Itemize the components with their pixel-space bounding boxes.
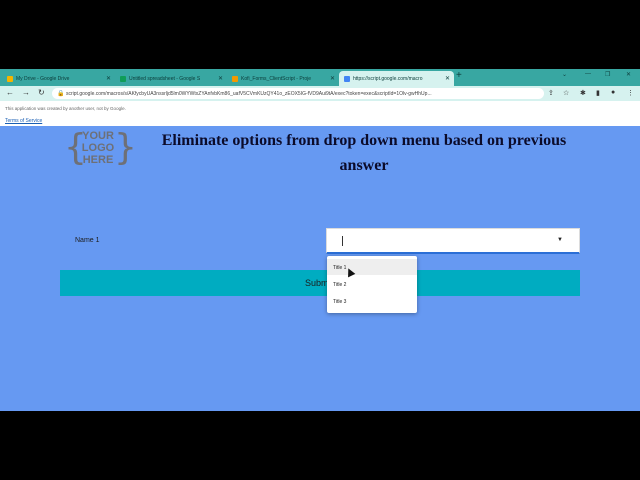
- screen: My Drive - Google Drive ✕ Untitled sprea…: [0, 0, 640, 480]
- tab-close-icon[interactable]: ✕: [214, 75, 227, 82]
- dropdown-option[interactable]: Title 3: [327, 293, 417, 309]
- tab-search-icon[interactable]: ⌄: [562, 71, 567, 78]
- address-bar[interactable]: 🔒 script.google.com/macros/s/AKfycbyUA3n…: [52, 88, 544, 99]
- browser-toolbar: ← → ↻ 🔒 script.google.com/macros/s/AKfyc…: [0, 86, 640, 101]
- reload-icon[interactable]: ↻: [38, 88, 45, 97]
- submit-button[interactable]: Submit: [60, 270, 580, 296]
- name-label: Name 1: [75, 237, 100, 244]
- sidebar-icon[interactable]: ▮: [596, 89, 600, 97]
- terms-of-service-link[interactable]: Terms of Service: [5, 118, 42, 124]
- tab-apps-script-project[interactable]: Kofi_Forms_ClientScript - Proje ✕: [227, 71, 339, 86]
- dropdown-option[interactable]: Title 1: [327, 259, 417, 275]
- dropdown-menu: Title 1 Title 2 Title 3: [327, 256, 417, 313]
- tab-title: https://script.google.com/macro: [353, 75, 423, 82]
- tab-close-icon[interactable]: ✕: [441, 75, 454, 82]
- tab-title: My Drive - Google Drive: [16, 75, 70, 82]
- apps-script-icon: [232, 75, 238, 82]
- logo-text: YOUR LOGO HERE: [81, 130, 115, 166]
- apps-script-banner: This application was created by another …: [0, 101, 640, 126]
- tab-title: Kofi_Forms_ClientScript - Proje: [241, 75, 312, 82]
- dropdown-arrow-icon[interactable]: ▼: [557, 237, 563, 243]
- profile-icon[interactable]: ●: [611, 89, 615, 96]
- form-page: { YOUR LOGO HERE } Eliminate options fro…: [0, 126, 640, 411]
- google-drive-icon: [7, 75, 13, 82]
- banner-note: This application was created by another …: [5, 106, 126, 111]
- logo-placeholder: { YOUR LOGO HERE }: [64, 128, 137, 172]
- tab-script-macro[interactable]: https://script.google.com/macro ✕: [339, 71, 454, 86]
- back-icon[interactable]: ←: [6, 88, 14, 97]
- extensions-icon[interactable]: ✱: [580, 89, 586, 97]
- share-icon[interactable]: ⇪: [548, 89, 554, 97]
- url-text: script.google.com/macros/s/AKfycbyUA3nss…: [66, 91, 432, 97]
- new-tab-icon[interactable]: +: [456, 70, 462, 81]
- close-window-icon[interactable]: ✕: [626, 71, 631, 78]
- sheets-icon: [120, 75, 126, 82]
- page-title: Eliminate options from drop down menu ba…: [161, 132, 567, 174]
- minimize-icon[interactable]: —: [585, 71, 591, 77]
- name-select[interactable]: ▼: [326, 228, 580, 254]
- right-brace-icon: }: [114, 127, 137, 168]
- menu-icon[interactable]: ⋮: [627, 89, 634, 97]
- apps-script-icon: [344, 75, 350, 82]
- forward-icon[interactable]: →: [22, 88, 30, 97]
- restore-icon[interactable]: ❐: [605, 71, 610, 78]
- lock-icon: 🔒: [57, 91, 65, 97]
- tab-close-icon[interactable]: ✕: [326, 75, 339, 82]
- text-caret: [342, 236, 343, 246]
- dropdown-option[interactable]: Title 2: [327, 276, 417, 292]
- tab-my-drive[interactable]: My Drive - Google Drive ✕: [2, 71, 115, 86]
- tab-spreadsheet[interactable]: Untitled spreadsheet - Google S ✕: [115, 71, 227, 86]
- tab-title: Untitled spreadsheet - Google S: [129, 75, 201, 82]
- browser-tab-bar: My Drive - Google Drive ✕ Untitled sprea…: [0, 69, 640, 86]
- tab-close-icon[interactable]: ✕: [102, 75, 115, 82]
- bookmark-star-icon[interactable]: ☆: [563, 89, 569, 97]
